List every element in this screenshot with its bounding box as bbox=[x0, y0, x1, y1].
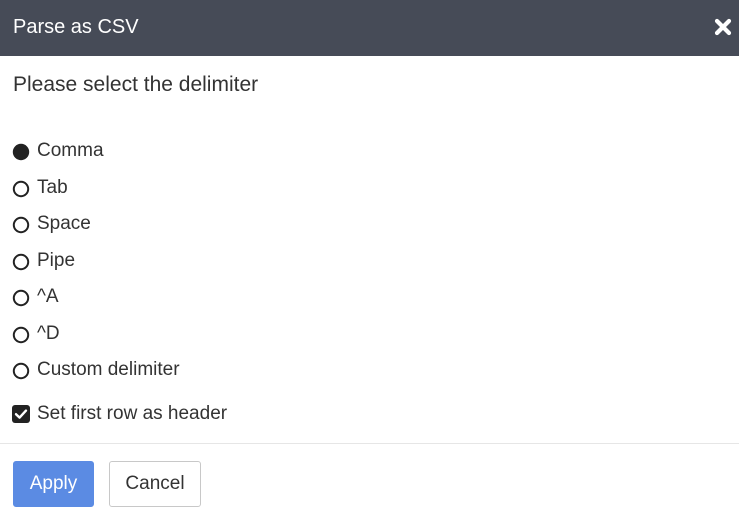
close-icon[interactable] bbox=[713, 17, 733, 37]
checkbox-checked-icon[interactable] bbox=[12, 405, 30, 423]
radio-unselected-icon[interactable] bbox=[12, 362, 30, 380]
apply-button[interactable]: Apply bbox=[13, 461, 94, 507]
delimiter-prompt: Please select the delimiter bbox=[13, 73, 259, 96]
footer-divider bbox=[0, 443, 739, 444]
radio-unselected-icon[interactable] bbox=[12, 289, 30, 307]
delimiter-option-label: Custom delimiter bbox=[37, 359, 180, 380]
delimiter-option-label: Comma bbox=[37, 140, 104, 161]
radio-unselected-icon[interactable] bbox=[12, 253, 30, 271]
delimiter-option-label: Pipe bbox=[37, 249, 76, 271]
dialog-title: Parse as CSV bbox=[13, 16, 139, 38]
cancel-button[interactable]: Cancel bbox=[109, 461, 201, 507]
parse-csv-dialog: Parse as CSV Please select the delimiter… bbox=[0, 0, 739, 519]
delimiter-option-label: Space bbox=[37, 213, 91, 234]
radio-unselected-icon[interactable] bbox=[12, 180, 30, 198]
radio-selected-icon[interactable] bbox=[12, 143, 30, 161]
radio-unselected-icon[interactable] bbox=[12, 216, 30, 234]
delimiter-option-label: Tab bbox=[37, 176, 68, 198]
radio-unselected-icon[interactable] bbox=[12, 326, 30, 344]
delimiter-option-label: ^D bbox=[37, 322, 60, 344]
dialog-titlebar: Parse as CSV bbox=[0, 0, 739, 56]
first-row-header-label: Set first row as header bbox=[37, 403, 228, 424]
delimiter-option-label: ^A bbox=[37, 286, 59, 307]
